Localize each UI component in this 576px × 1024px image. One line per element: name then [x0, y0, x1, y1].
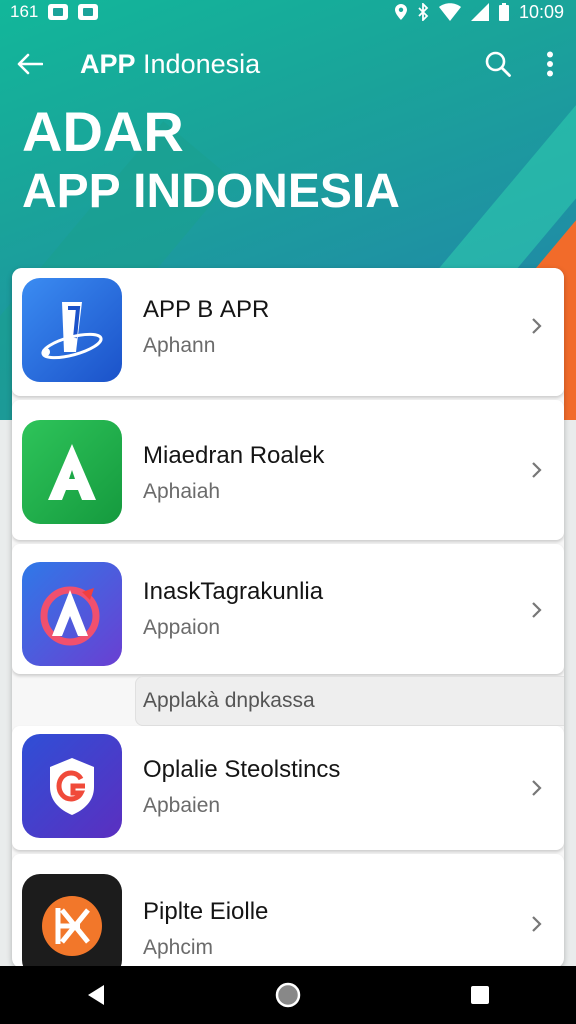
- search-button[interactable]: [472, 36, 524, 92]
- section-label: Applakà dnpkassa: [143, 689, 315, 712]
- list-item[interactable]: APP В APR Aphann: [12, 268, 564, 396]
- headline-line-1: ADAR: [22, 100, 184, 163]
- bluetooth-icon: [418, 3, 429, 21]
- list-item[interactable]: Miaedran Roalek Aphaiah: [12, 400, 564, 540]
- nav-recents-button[interactable]: [450, 966, 510, 1024]
- colorful-a-app-icon: [22, 562, 122, 666]
- hero-headline: ADAR APP INDONESIA: [22, 102, 400, 222]
- app-subtitle: Aphaiah: [143, 480, 221, 503]
- back-arrow-icon: [17, 53, 43, 75]
- chevron-right-icon: [532, 602, 542, 618]
- blue-app-icon: [22, 278, 122, 382]
- notification-app-icon: [78, 4, 99, 20]
- location-icon: [394, 4, 407, 20]
- app-title: APP В APR: [143, 296, 270, 323]
- app-subtitle: Appaion: [143, 616, 221, 639]
- app-list-card: APP В APR Aphann Miaedran Roalek Aphaiah…: [12, 268, 564, 968]
- app-title: Piplte Eiolle: [143, 898, 269, 925]
- search-icon: [485, 51, 511, 77]
- list-item[interactable]: Piplte Eiolle Aphcim: [12, 854, 564, 968]
- recents-square-icon: [471, 986, 489, 1004]
- back-button[interactable]: [0, 36, 60, 92]
- notification-app-icon: [48, 4, 69, 20]
- list-item[interactable]: InaskTagrakunlia Appaion: [12, 544, 564, 674]
- app-title: InaskTagrakunlia: [143, 578, 324, 605]
- app-subtitle: Apbaien: [143, 794, 221, 817]
- list-item[interactable]: Oplalie Steolstincs Apbaien: [12, 726, 564, 850]
- nav-home-button[interactable]: [258, 966, 318, 1024]
- nav-back-button[interactable]: [66, 966, 126, 1024]
- status-left-text: 161: [10, 2, 39, 21]
- chevron-right-icon: [532, 318, 542, 334]
- wifi-icon: [438, 3, 461, 21]
- chevron-right-icon: [532, 916, 542, 932]
- toolbar-title: APP Indonesia: [80, 49, 472, 80]
- shield-app-icon: [22, 734, 122, 838]
- signal-icon: [470, 3, 489, 21]
- system-nav-bar: [0, 966, 576, 1024]
- app-subtitle: Aphcim: [143, 936, 214, 959]
- more-vert-icon: [547, 51, 553, 77]
- status-bar: 161 10:09: [0, 0, 576, 24]
- chevron-right-icon: [532, 780, 542, 796]
- battery-icon: [498, 3, 509, 21]
- status-time: 10:09: [518, 1, 564, 22]
- app-subtitle: Aphann: [143, 334, 216, 357]
- headline-line-2: APP INDONESIA: [22, 165, 400, 218]
- back-triangle-icon: [88, 985, 104, 1005]
- home-circle-icon: [275, 982, 301, 1008]
- toolbar-title-rest: Indonesia: [135, 48, 261, 79]
- toolbar-title-bold: APP: [80, 48, 136, 79]
- section-header: Applakà dnpkassa: [135, 676, 564, 726]
- app-title: Oplalie Steolstincs: [143, 756, 341, 783]
- app-title: Miaedran Roalek: [143, 442, 325, 469]
- chevron-right-icon: [532, 462, 542, 478]
- green-a-app-icon: [22, 420, 122, 524]
- orange-star-app-icon: [22, 874, 122, 968]
- app-toolbar: APP Indonesia: [0, 36, 576, 92]
- more-options-button[interactable]: [524, 36, 576, 92]
